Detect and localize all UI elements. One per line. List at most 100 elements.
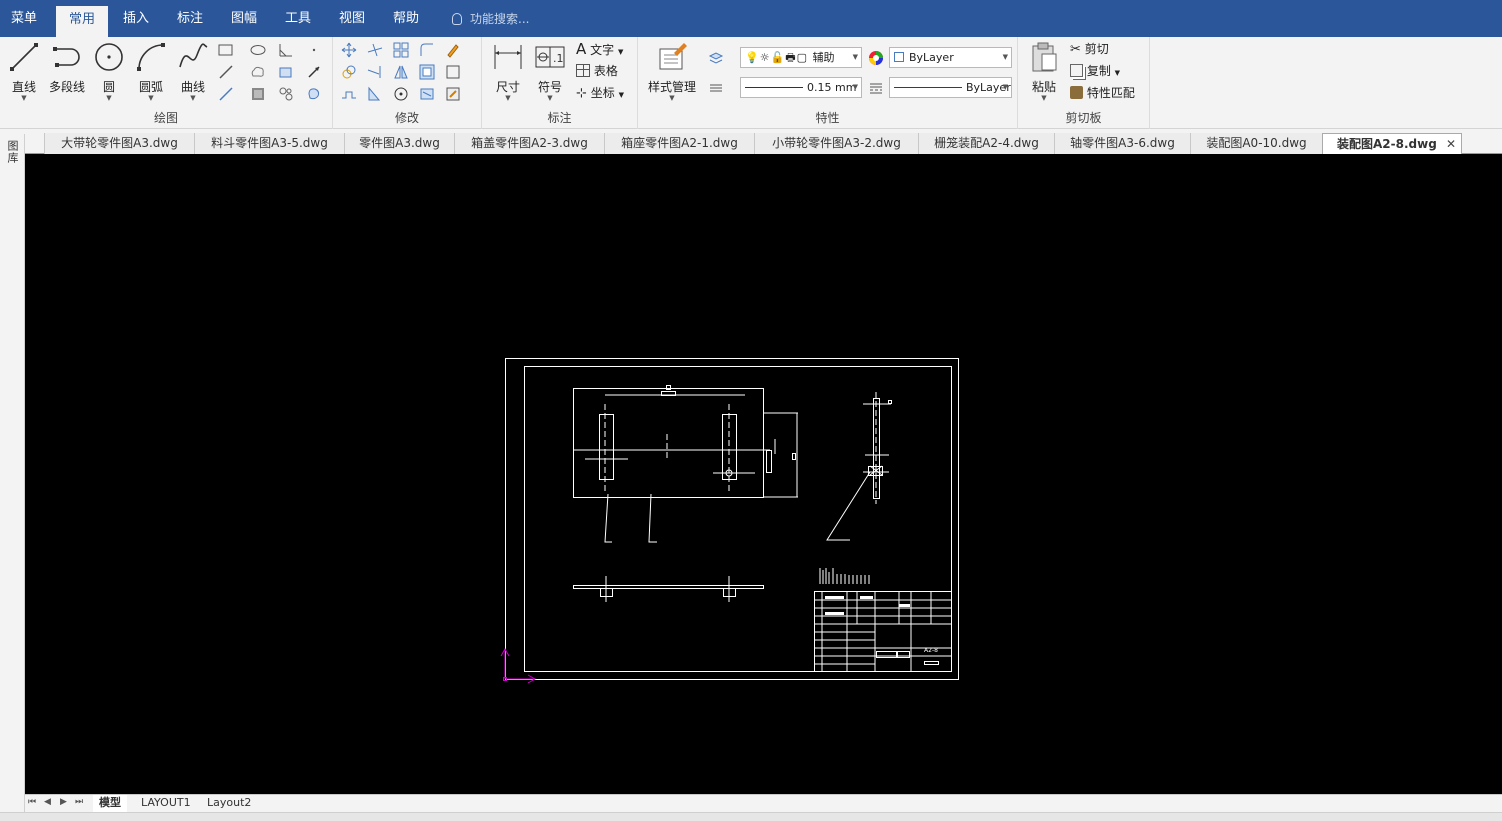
drawing-canvas[interactable]: A2-8	[25, 154, 1502, 794]
symbol-button[interactable]: .1 符号 ▼	[532, 41, 568, 102]
coordinate-button[interactable]: ⊹ 坐标 ▼	[576, 84, 624, 101]
move-tool[interactable]	[341, 42, 357, 58]
paste-label: 粘贴	[1031, 80, 1056, 94]
list-lines-icon	[710, 84, 722, 92]
ellipse-tool[interactable]	[250, 42, 266, 58]
dimension-icon	[494, 45, 522, 69]
cloud-icon	[251, 66, 264, 77]
point-tool[interactable]	[306, 42, 322, 58]
pencil-icon	[447, 44, 459, 58]
copy-object-icon	[342, 65, 356, 79]
tab-annotate[interactable]: 标注	[164, 0, 216, 37]
doc-tab[interactable]: 小带轮零件图A3-2.dwg	[754, 133, 918, 154]
doc-tab[interactable]: 箱盖零件图A2-3.dwg	[454, 133, 604, 154]
circle-button[interactable]: 圆 ▼	[92, 41, 126, 102]
trim-tool[interactable]	[367, 42, 383, 58]
style-manager-button[interactable]: 样式管理 ▼	[642, 41, 702, 102]
doc-tab[interactable]: 箱座零件图A2-1.dwg	[604, 133, 754, 154]
layer-dropdown[interactable]: 💡☼🔓🖶▢ 辅助 ▼	[740, 47, 862, 68]
parts-list-lines	[819, 568, 870, 584]
array-tool[interactable]	[393, 42, 409, 58]
lineweight-list-button[interactable]	[708, 80, 724, 96]
doc-tab[interactable]: 栅笼装配A2-4.dwg	[918, 133, 1054, 154]
arc-label: 圆弧	[138, 80, 163, 94]
first-layout-icon[interactable]: ⏮	[28, 797, 36, 807]
tab-help[interactable]: 帮助	[380, 0, 432, 37]
xline-tool[interactable]	[218, 86, 234, 102]
group-modify-label: 修改	[394, 111, 419, 125]
prev-layout-icon[interactable]: ◀	[44, 797, 51, 807]
region-icon	[279, 87, 293, 101]
text-button[interactable]: A 文字 ▼	[576, 40, 623, 58]
lineweight-line-icon	[745, 87, 803, 88]
doc-tab-active[interactable]: 装配图A2-8.dwg ✕	[1322, 133, 1462, 154]
paste-button[interactable]: 粘贴 ▼	[1026, 41, 1062, 102]
cut-button[interactable]: ✂ 剪切	[1070, 40, 1109, 57]
curve-button[interactable]: 曲线 ▼	[174, 41, 212, 102]
layout-tab-layout1[interactable]: LAYOUT1	[135, 795, 197, 812]
stretch-tool[interactable]	[341, 86, 357, 102]
ellipse-icon	[250, 45, 266, 55]
extend-tool[interactable]	[367, 64, 383, 80]
tab-home[interactable]: 常用	[56, 6, 108, 37]
polyline-button[interactable]: 多段线	[45, 41, 89, 95]
tab-sheet[interactable]: 图幅	[218, 0, 270, 37]
text-icon: A	[576, 40, 587, 58]
doc-tab[interactable]: 大带轮零件图A3.dwg	[44, 133, 194, 154]
line-button[interactable]: 直线 ▼	[6, 41, 42, 102]
explode-tool[interactable]	[419, 86, 435, 102]
wipeout-tool[interactable]	[278, 64, 294, 80]
scale-tool[interactable]	[367, 86, 383, 102]
library-tab[interactable]: 图库	[4, 140, 20, 164]
rotate-tool[interactable]	[393, 86, 409, 102]
trim-icon	[367, 43, 383, 57]
match-properties-button[interactable]: 特性匹配	[1070, 84, 1135, 101]
color-dropdown[interactable]: ByLayer ▼	[889, 47, 1012, 68]
doc-tab[interactable]: 装配图A0-10.dwg	[1190, 133, 1322, 154]
copy-button[interactable]: 复制 ▼	[1070, 62, 1120, 79]
linetype-dropdown[interactable]: ByLayer ▼	[889, 77, 1012, 98]
table-button[interactable]: 表格	[576, 62, 618, 79]
tab-tools[interactable]: 工具	[272, 0, 324, 37]
angle-tool[interactable]	[278, 42, 294, 58]
layer-properties-button[interactable]	[708, 50, 724, 66]
group-clipboard-label: 剪切板	[1065, 111, 1102, 125]
menu-main[interactable]: 菜单	[0, 0, 48, 37]
boundary-tool[interactable]	[306, 86, 322, 102]
offset-tool[interactable]	[419, 64, 435, 80]
color-wheel-button[interactable]	[868, 50, 884, 66]
layout-tab-layout2[interactable]: Layout2	[201, 795, 257, 812]
arc-button[interactable]: 圆弧 ▼	[132, 41, 170, 102]
copy-object-tool[interactable]	[341, 64, 357, 80]
cloud-tool[interactable]	[250, 64, 266, 80]
rectangle-select-tool[interactable]	[445, 64, 461, 80]
erase-tool[interactable]	[445, 42, 461, 58]
mirror-tool[interactable]	[393, 64, 409, 80]
construction-line-tool[interactable]	[218, 64, 234, 80]
ribbon: 直线 ▼ 多段线 圆 ▼ 圆弧 ▼ 曲线 ▼ 绘图 修改 尺寸 ▼ .1 符号 …	[0, 37, 1502, 129]
linetype-list-button[interactable]	[868, 80, 884, 96]
style-manager-icon	[659, 43, 687, 70]
region-tool[interactable]	[278, 86, 294, 102]
next-layout-icon[interactable]: ▶	[60, 797, 67, 807]
line-icon	[10, 43, 38, 71]
feature-search[interactable]: 功能搜索...	[452, 10, 529, 28]
dimension-button[interactable]: 尺寸 ▼	[490, 41, 526, 102]
ray-tool[interactable]	[306, 64, 322, 80]
text-label: 文字	[590, 43, 615, 57]
document-tab-strip: 大带轮零件图A3.dwg 料斗零件图A3-5.dwg 零件图A3.dwg 箱盖零…	[0, 129, 1502, 154]
tab-view[interactable]: 视图	[326, 0, 378, 37]
close-icon[interactable]: ✕	[1446, 134, 1456, 154]
fillet-tool[interactable]	[419, 42, 435, 58]
doc-tab[interactable]: 零件图A3.dwg	[344, 133, 454, 154]
lineweight-dropdown[interactable]: 0.15 mm ▼	[740, 77, 862, 98]
mirror-icon	[394, 65, 408, 79]
hatch-tool[interactable]	[250, 86, 266, 102]
edit-tool[interactable]	[445, 86, 461, 102]
tab-insert[interactable]: 插入	[110, 0, 162, 37]
doc-tab[interactable]: 轴零件图A3-6.dwg	[1054, 133, 1190, 154]
layout-tab-model[interactable]: 模型	[93, 795, 127, 812]
rectangle-tool[interactable]	[218, 42, 234, 58]
doc-tab[interactable]: 料斗零件图A3-5.dwg	[194, 133, 344, 154]
last-layout-icon[interactable]: ⏭	[75, 797, 83, 807]
